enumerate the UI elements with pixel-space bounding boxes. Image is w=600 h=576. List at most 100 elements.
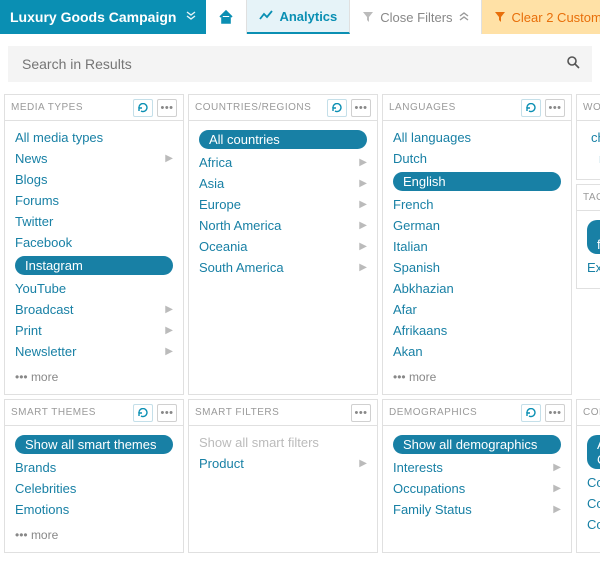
filter-item[interactable]: No filte — [587, 217, 600, 257]
filter-item-label: German — [393, 218, 561, 233]
filter-item[interactable]: Broadcast▶ — [15, 299, 173, 320]
filter-item[interactable]: Italian — [393, 236, 561, 257]
filter-item[interactable]: News▶ — [15, 148, 173, 169]
filter-item[interactable]: Exclude — [587, 257, 600, 278]
filter-item-label: Italian — [393, 239, 561, 254]
panel-title: TAGS — [583, 192, 600, 203]
filter-item[interactable]: English — [393, 169, 561, 194]
filter-item-label: Interests — [393, 460, 553, 475]
filter-item[interactable]: Forums — [15, 190, 173, 211]
more-menu-button[interactable]: ••• — [545, 99, 565, 117]
refresh-button[interactable] — [133, 404, 153, 422]
filter-item[interactable]: German — [393, 215, 561, 236]
filter-item[interactable]: South America▶ — [199, 257, 367, 278]
filter-item-label: Instagram — [15, 256, 173, 275]
refresh-button[interactable] — [521, 404, 541, 422]
filter-item[interactable]: Abkhazian — [393, 278, 561, 299]
filter-item[interactable]: Dutch — [393, 148, 561, 169]
chevron-right-icon: ▶ — [165, 153, 173, 164]
filter-item[interactable]: Show all demographics — [393, 432, 561, 457]
filter-item[interactable]: All languages — [393, 127, 561, 148]
filter-item[interactable]: Afrikaans — [393, 320, 561, 341]
panel-smart-themes: SMART THEMES ••• Show all smart themesBr… — [4, 399, 184, 553]
filter-item-label: South America — [199, 260, 359, 275]
filter-item[interactable]: All media types — [15, 127, 173, 148]
filter-item-label: Afar — [393, 302, 561, 317]
refresh-button[interactable] — [133, 99, 153, 117]
filter-item[interactable]: Afar — [393, 299, 561, 320]
filter-item[interactable]: Show all smart themes — [15, 432, 173, 457]
filter-item[interactable]: Europe▶ — [199, 194, 367, 215]
filter-item[interactable]: Oceania▶ — [199, 236, 367, 257]
filter-item[interactable]: French — [393, 194, 561, 215]
filter-item[interactable]: Brands — [15, 457, 173, 478]
chevron-right-icon: ▶ — [359, 241, 367, 252]
filter-item[interactable]: Contain — [587, 472, 600, 493]
filter-item-label: Product — [199, 456, 359, 471]
chevron-right-icon: ▶ — [359, 157, 367, 168]
filter-item[interactable]: read — [587, 148, 600, 169]
filter-item-label: Facebook — [15, 235, 173, 250]
filter-item[interactable]: Interests▶ — [393, 457, 561, 478]
more-menu-button[interactable]: ••• — [157, 404, 177, 422]
filter-item-label: Spanish — [393, 260, 561, 275]
tab-analytics[interactable]: Analytics — [247, 0, 350, 34]
more-menu-button[interactable]: ••• — [157, 99, 177, 117]
home-button[interactable] — [206, 0, 247, 34]
panel-languages: LANGUAGES ••• All languagesDutch English F… — [382, 94, 572, 395]
filter-item-label: Show all smart themes — [15, 435, 173, 454]
filter-item[interactable]: Product▶ — [199, 453, 367, 474]
filter-item[interactable]: All countries — [199, 127, 367, 152]
search-input[interactable] — [20, 55, 566, 73]
filter-item[interactable]: Print▶ — [15, 320, 173, 341]
filter-item[interactable]: Facebook — [15, 232, 173, 253]
panel-title: LANGUAGES — [389, 102, 517, 113]
close-filters-button[interactable]: Close Filters — [350, 0, 481, 34]
filter-item[interactable]: Contain — [587, 493, 600, 514]
more-link[interactable]: ••• more — [15, 520, 173, 542]
filter-item-label: English — [393, 172, 561, 191]
search-bar[interactable] — [8, 46, 592, 82]
panel-title: WORKFLOW — [583, 102, 600, 113]
filter-item[interactable]: Akan — [393, 341, 561, 362]
filter-item-label: Akan — [393, 344, 561, 359]
filter-item[interactable]: All Cont — [587, 432, 600, 472]
more-link[interactable]: ••• more — [15, 362, 173, 384]
clear-filters-button[interactable]: Clear 2 Custom Filters — [482, 0, 600, 34]
right-column: WORKFLOW check read TAGS No filteExclude — [576, 94, 600, 395]
filter-item[interactable]: check — [587, 127, 600, 148]
chevron-right-icon: ▶ — [359, 220, 367, 231]
filter-item[interactable]: Twitter — [15, 211, 173, 232]
chevron-right-icon: ▶ — [553, 462, 561, 473]
refresh-button[interactable] — [521, 99, 541, 117]
filter-item-label: read — [587, 151, 600, 166]
more-menu-button[interactable]: ••• — [351, 404, 371, 422]
refresh-button[interactable] — [327, 99, 347, 117]
panel-content: CONTENT All ContContainContainContain — [576, 399, 600, 553]
filter-item-label: check — [587, 130, 600, 145]
chevron-right-icon: ▶ — [359, 458, 367, 469]
filter-item-label: Emotions — [15, 502, 173, 517]
filter-item[interactable]: Blogs — [15, 169, 173, 190]
panel-title: COUNTRIES/REGIONS — [195, 102, 323, 113]
filter-item[interactable]: Newsletter▶ — [15, 341, 173, 362]
filter-item[interactable]: Asia▶ — [199, 173, 367, 194]
search-icon[interactable] — [566, 55, 580, 73]
filter-item[interactable]: Occupations▶ — [393, 478, 561, 499]
filter-item[interactable]: North America▶ — [199, 215, 367, 236]
filter-item[interactable]: Spanish — [393, 257, 561, 278]
filter-item[interactable]: Emotions — [15, 499, 173, 520]
chevron-double-up-icon — [459, 11, 469, 24]
more-menu-button[interactable]: ••• — [351, 99, 371, 117]
campaign-title: Luxury Goods Campaign — [10, 9, 176, 25]
filter-item[interactable]: Contain — [587, 514, 600, 535]
filter-item[interactable]: Africa▶ — [199, 152, 367, 173]
filter-item[interactable]: Family Status▶ — [393, 499, 561, 520]
filter-item[interactable]: Instagram — [15, 253, 173, 278]
more-link[interactable]: ••• more — [393, 362, 561, 384]
chevron-right-icon: ▶ — [553, 504, 561, 515]
filter-item[interactable]: Celebrities — [15, 478, 173, 499]
campaign-selector[interactable]: Luxury Goods Campaign — [0, 0, 206, 34]
filter-item[interactable]: YouTube — [15, 278, 173, 299]
more-menu-button[interactable]: ••• — [545, 404, 565, 422]
